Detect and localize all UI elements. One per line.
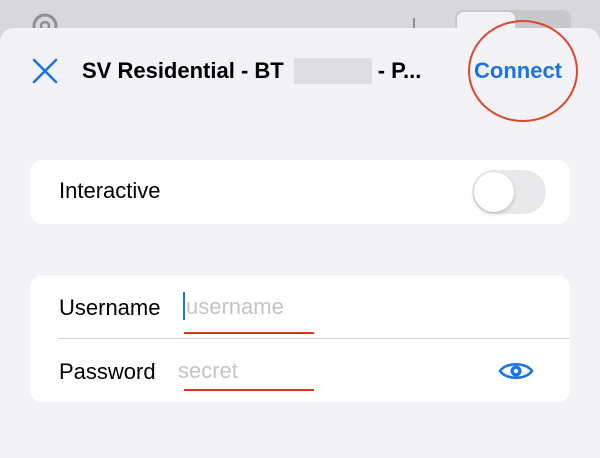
interactive-card: Interactive [30,160,570,224]
interactive-toggle[interactable] [472,170,546,214]
eye-icon[interactable] [498,356,534,386]
password-input[interactable] [178,356,378,386]
username-annotation-underline [184,332,314,334]
username-label: Username [59,295,161,320]
password-label: Password [59,359,156,384]
toggle-knob [474,172,514,212]
title-prefix: SV Residential - BT [82,58,284,83]
password-annotation-underline [184,389,314,391]
connect-button[interactable]: Connect [474,56,562,86]
close-icon[interactable] [30,56,60,86]
row-divider [59,338,570,339]
username-input[interactable] [186,292,386,322]
interactive-label: Interactive [59,178,161,203]
title-suffix: - P... [377,58,422,83]
credentials-card: Username Password [30,276,570,402]
connection-sheet: SV Residential - BT - P... Connect Inter… [0,20,600,458]
page-title: SV Residential - BT - P... [82,56,421,86]
text-cursor [183,292,185,320]
redacted-region [293,58,372,84]
